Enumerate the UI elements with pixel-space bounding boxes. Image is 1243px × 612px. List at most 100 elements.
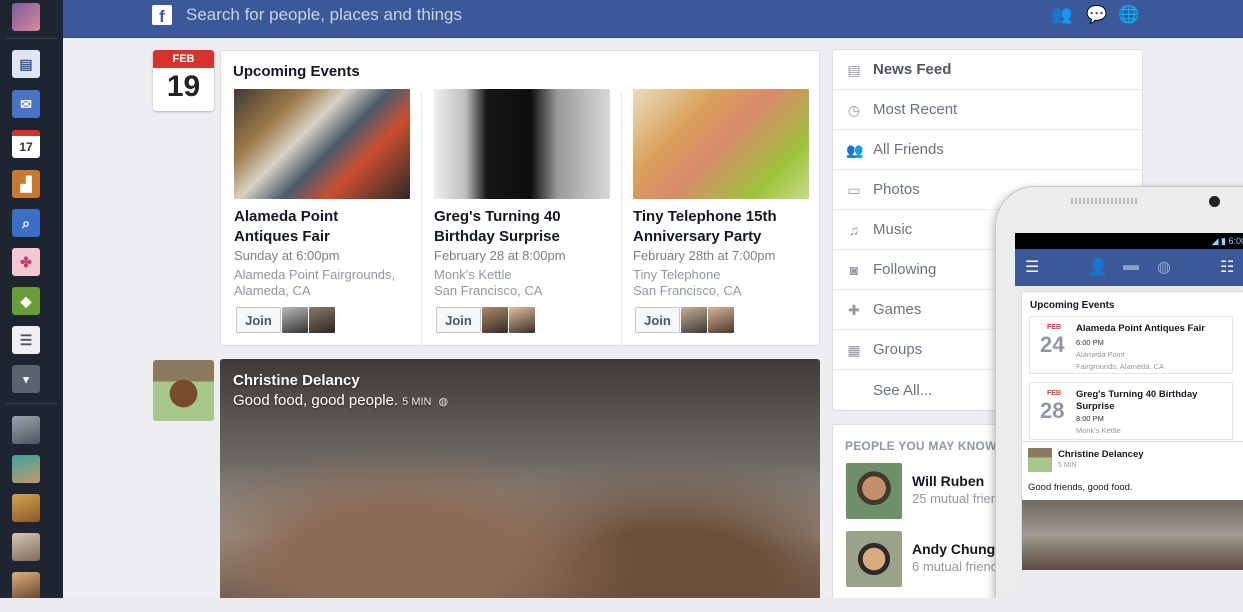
wifi-icon: ◢ ▮: [1211, 236, 1229, 246]
person-photo[interactable]: [846, 463, 902, 519]
mobile-post-avatar[interactable]: [1028, 448, 1052, 472]
notes-app-icon[interactable]: ☰: [12, 326, 40, 354]
news-feed-app-icon[interactable]: ▤: [12, 50, 40, 78]
news-feed-post[interactable]: Christine Delancy Good food, good people…: [220, 359, 820, 612]
photos-icon: ▭: [847, 181, 861, 198]
gifts-app-icon[interactable]: ✤: [12, 248, 40, 276]
guest-avatar[interactable]: [681, 307, 707, 333]
date-badge-month: FEB: [153, 50, 214, 68]
events-app-icon[interactable]: 17: [12, 130, 40, 158]
games-app-icon[interactable]: ◆: [12, 287, 40, 315]
rail-divider: [6, 38, 58, 39]
phone-screen: ◢ ▮ 6:00 ☰ 👤 ▬ ◍ ☷ Upcoming Events FEB 2…: [1015, 233, 1243, 612]
mobile-events-card: Upcoming Events FEB 24 Alameda Point Ant…: [1021, 291, 1243, 454]
nav-item-all-friends[interactable]: 👥 All Friends: [833, 130, 1142, 170]
rail-divider: [6, 403, 58, 404]
event-divider: [421, 91, 422, 346]
guest-avatar[interactable]: [282, 307, 308, 333]
left-rail: ▤ ✉ 17 ▟ ⌕ ✤ ◆ ☰ ▾: [0, 0, 63, 612]
phone-speaker: [1071, 198, 1139, 204]
mobile-post-photo[interactable]: [1022, 500, 1243, 570]
event-photo[interactable]: [633, 89, 809, 199]
mobile-events-heading: Upcoming Events: [1030, 300, 1115, 311]
post-author-name[interactable]: Christine Delancy: [233, 372, 360, 389]
messages-icon[interactable]: ▬: [1123, 257, 1139, 275]
mobile-top-bar: ☰ 👤 ▬ ◍ ☷: [1015, 249, 1243, 286]
messages-app-icon[interactable]: ✉: [12, 90, 40, 118]
pymk-heading: PEOPLE YOU MAY KNOW: [845, 439, 997, 453]
post-author-avatar[interactable]: [153, 360, 214, 421]
person-name[interactable]: Andy Chung: [912, 541, 995, 557]
event-item[interactable]: Alameda Point Antiques Fair Sunday at 6:0…: [234, 89, 410, 333]
guest-avatar[interactable]: [509, 307, 535, 333]
profile-avatar[interactable]: [12, 3, 40, 31]
nav-item-most-recent[interactable]: ◷ Most Recent: [833, 90, 1142, 130]
page-bottom-edge: [0, 598, 1243, 612]
friend-avatar[interactable]: [12, 533, 40, 561]
event-location: Alameda Point Fairgrounds,: [234, 267, 396, 282]
date-badge-day: 19: [166, 70, 201, 103]
upcoming-events-card: Upcoming Events Alameda Point Antiques Fa…: [220, 50, 820, 346]
messages-icon[interactable]: 💬: [1085, 5, 1109, 25]
event-title[interactable]: Greg's Turning 40 Birthday Surprise: [434, 207, 610, 247]
event-item[interactable]: Greg's Turning 40 Birthday Surprise Febru…: [434, 89, 610, 333]
event-location: Tiny Telephone: [633, 267, 721, 282]
event-divider: [621, 91, 622, 346]
notifications-globe-icon[interactable]: 🌐: [1117, 5, 1141, 25]
post-timestamp[interactable]: 5 MIN: [402, 396, 431, 408]
guest-avatar[interactable]: [482, 307, 508, 333]
globe-icon: ◍: [435, 396, 449, 408]
search-input[interactable]: Search for people, places and things: [186, 5, 462, 25]
mobile-event[interactable]: FEB 28 Greg's Turning 40 Birthday Surpri…: [1029, 382, 1233, 440]
join-button[interactable]: Join: [236, 307, 281, 333]
post-text: Good food, good people. 5 MIN ◍: [233, 392, 449, 409]
top-bar: f Search for people, places and things 👥…: [63, 0, 1243, 38]
friend-requests-icon[interactable]: 👤: [1088, 257, 1108, 277]
nav-item-news-feed[interactable]: ▤ News Feed: [833, 50, 1142, 90]
mobile-post-text: Good friends, good food.: [1028, 482, 1133, 493]
date-badge: FEB 19: [153, 50, 214, 111]
events-heading: Upcoming Events: [233, 63, 360, 80]
event-city: San Francisco, CA: [633, 283, 742, 298]
search-app-icon[interactable]: ⌕: [12, 209, 40, 237]
join-button[interactable]: Join: [635, 307, 680, 333]
friends-list-icon[interactable]: ☷: [1220, 257, 1234, 277]
phone-mockup: ◢ ▮ 6:00 ☰ 👤 ▬ ◍ ☷ Upcoming Events FEB 2…: [995, 186, 1243, 612]
facebook-logo-icon[interactable]: f: [152, 5, 172, 26]
photos-app-icon[interactable]: ▟: [12, 170, 40, 198]
news-feed-icon: ▤: [847, 61, 861, 78]
friend-avatar[interactable]: [12, 494, 40, 522]
friend-requests-icon[interactable]: 👥: [1050, 5, 1074, 25]
person-name[interactable]: Will Ruben: [912, 473, 984, 489]
event-time: Sunday at 6:00pm: [234, 248, 340, 263]
globe-icon[interactable]: ◍: [1157, 257, 1171, 277]
event-item[interactable]: Tiny Telephone 15th Anniversary Party Feb…: [633, 89, 809, 333]
event-title[interactable]: Tiny Telephone 15th Anniversary Party: [633, 207, 809, 247]
guest-avatar[interactable]: [309, 307, 335, 333]
event-photo[interactable]: [434, 89, 610, 199]
friends-icon: 👥: [846, 141, 864, 158]
event-photo[interactable]: [234, 89, 410, 199]
event-city: San Francisco, CA: [434, 283, 543, 298]
mobile-post-author[interactable]: Christine Delancey: [1058, 449, 1144, 460]
friend-avatar[interactable]: [12, 455, 40, 483]
mobile-post-time: 5 MIN: [1058, 462, 1077, 469]
event-time: February 28th at 7:00pm: [633, 248, 776, 263]
mutual-friends[interactable]: 6 mutual friends: [912, 559, 1005, 574]
event-title[interactable]: Alameda Point Antiques Fair: [234, 207, 410, 247]
following-icon: ◙: [849, 261, 859, 278]
groups-icon: ▦: [847, 341, 861, 358]
more-apps-icon[interactable]: ▾: [12, 365, 40, 393]
mobile-event[interactable]: FEB 24 Alameda Point Antiques Fair 6:00 …: [1029, 316, 1233, 374]
mobile-post[interactable]: Christine Delancey 5 MIN Good friends, g…: [1021, 441, 1243, 570]
clock-icon: ◷: [847, 101, 861, 118]
friend-avatar[interactable]: [12, 416, 40, 444]
status-bar: ◢ ▮ 6:00: [1015, 233, 1243, 249]
menu-icon[interactable]: ☰: [1025, 257, 1039, 277]
event-city: Alameda, CA: [234, 283, 311, 298]
guest-avatar[interactable]: [708, 307, 734, 333]
person-photo[interactable]: [846, 531, 902, 587]
event-time: February 28 at 8:00pm: [434, 248, 566, 263]
friend-avatar[interactable]: [12, 572, 40, 600]
join-button[interactable]: Join: [436, 307, 481, 333]
